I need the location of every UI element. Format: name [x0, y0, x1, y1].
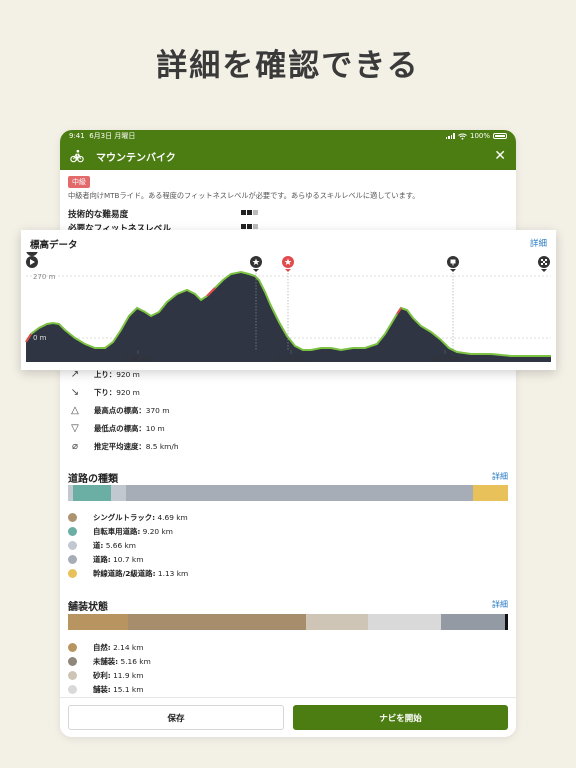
stat-descent: ↘ 下り： 920 m: [68, 387, 140, 398]
surface-name: 自然:: [93, 643, 111, 652]
finish-icon[interactable]: [538, 256, 550, 272]
legend-dot: [68, 541, 77, 550]
elevation-card: 標高データ 詳細 270 m 0 m 5.58 km 11.2 km 16.7 …: [21, 230, 556, 370]
mountain-bike-icon: [70, 149, 84, 163]
legend-dot: [68, 657, 77, 666]
x-axis-band: [26, 362, 551, 370]
surface-item: 舗装: 15.1 km: [68, 684, 143, 695]
stat-value: 8.5 km/h: [145, 442, 179, 451]
technical-difficulty-row: 技術的な難易度: [68, 208, 268, 220]
difficulty-description: 中級者向けMTBライド。ある程度のフィットネスレベルが必要です。あらゆるスキルレ…: [68, 191, 420, 200]
legend-dot: [68, 643, 77, 652]
stat-label: 上り：: [94, 370, 117, 379]
save-button[interactable]: 保存: [68, 705, 284, 730]
legend-dot: [68, 671, 77, 680]
road-type-item: 道路: 10.7 km: [68, 554, 143, 565]
legend-dot: [68, 685, 77, 694]
status-time: 9:41: [69, 132, 85, 140]
legend-dot: [68, 555, 77, 564]
descent-icon: ↘: [70, 387, 80, 398]
legend-dot: [68, 513, 77, 522]
road-type-value: 10.7 km: [113, 555, 144, 564]
activity-title: マウンテンバイク: [96, 152, 176, 164]
x-tick-label: 11.2 km: [277, 355, 306, 363]
stat-highest-point: △ 最高点の標高： 370 m: [68, 405, 169, 416]
road-type-item: シングルトラック: 4.69 km: [68, 512, 188, 523]
start-navigation-button[interactable]: ナビを開始: [293, 705, 508, 730]
stat-label: 最低点の標高：: [94, 424, 146, 433]
surface-title: 舗装状態: [68, 602, 108, 613]
surface-value: 15.1 km: [113, 685, 144, 694]
road-types-details-link[interactable]: 詳細: [492, 471, 508, 482]
road-type-value: 1.13 km: [157, 569, 189, 578]
road-type-name: 自転車用道路:: [93, 527, 141, 536]
wifi-icon: [458, 133, 467, 140]
favorite-pin-icon[interactable]: [282, 256, 294, 272]
surface-item: 自然: 2.14 km: [68, 642, 143, 653]
stat-lowest-point: ▽ 最低点の標高： 10 m: [68, 423, 165, 434]
legend-dot: [68, 569, 77, 578]
close-icon[interactable]: ✕: [494, 149, 506, 163]
stat-label: 最高点の標高：: [94, 406, 146, 415]
surface-name: 砂利:: [93, 671, 111, 680]
waypoint-icon[interactable]: [447, 256, 459, 272]
cellular-signal-icon: [445, 133, 455, 139]
status-bar: 9:41 6月3日 月曜日 100%: [60, 130, 516, 142]
status-date: 6月3日 月曜日: [89, 132, 136, 140]
nav-bar: マウンテンバイク ✕: [60, 142, 516, 170]
surface-name: 舗装:: [93, 685, 111, 694]
surface-item: 未舗装: 5.16 km: [68, 656, 151, 667]
x-tick-label: 16.7 km: [431, 355, 460, 363]
highest-point-icon: △: [71, 405, 79, 416]
stat-value: 920 m: [116, 370, 140, 379]
start-icon[interactable]: [26, 252, 38, 268]
ascent-icon: ↗: [70, 369, 80, 380]
surface-bar: [68, 614, 508, 630]
headline: 詳細を確認できる: [156, 48, 420, 84]
stat-value: 10 m: [145, 424, 165, 433]
road-types-bar: [68, 485, 508, 501]
technical-difficulty-meter: [241, 210, 258, 215]
road-type-name: 道路:: [93, 555, 111, 564]
road-types-title: 道路の種類: [68, 474, 118, 485]
lowest-point-icon: ▽: [71, 423, 79, 434]
legend-dot: [68, 527, 77, 536]
road-type-value: 4.69 km: [157, 513, 188, 522]
difficulty-badge: 中級: [68, 176, 90, 188]
road-type-name: 幹線道路/2級道路:: [93, 569, 156, 578]
road-type-value: 9.20 km: [142, 527, 173, 536]
battery-icon: [493, 133, 507, 139]
road-type-name: シングルトラック:: [93, 513, 156, 522]
road-type-item: 道: 5.66 km: [68, 540, 136, 551]
road-type-name: 道:: [93, 541, 104, 550]
surface-name: 未舗装:: [93, 657, 119, 666]
average-speed-icon: ⌀: [71, 441, 79, 452]
stat-average-speed: ⌀ 推定平均速度： 8.5 km/h: [68, 441, 179, 452]
y-tick-label: 0 m: [33, 334, 47, 342]
surface-value: 5.16 km: [120, 657, 151, 666]
road-type-item: 幹線道路/2級道路: 1.13 km: [68, 568, 188, 579]
app-screen: 9:41 6月3日 月曜日 100% マウンテンバイク ✕ 中級 中級者向けMT…: [60, 130, 516, 737]
x-tick-label: 5.58 km: [124, 355, 153, 363]
stat-ascent: ↗ 上り： 920 m: [68, 369, 140, 380]
stat-value: 920 m: [116, 388, 140, 397]
road-type-item: 自転車用道路: 9.20 km: [68, 526, 173, 537]
elevation-details-link[interactable]: 詳細: [530, 237, 547, 249]
fitness-level-meter: [241, 224, 258, 229]
elevation-chart[interactable]: 270 m 0 m 5.58 km 11.2 km 16.7 km: [21, 252, 556, 370]
star-icon[interactable]: [250, 256, 262, 272]
battery-level: 100%: [469, 132, 490, 140]
stat-label: 下り：: [94, 388, 117, 397]
technical-difficulty-label: 技術的な難易度: [68, 210, 129, 220]
surface-value: 11.9 km: [113, 671, 144, 680]
surface-value: 2.14 km: [113, 643, 144, 652]
stat-label: 推定平均速度：: [94, 442, 146, 451]
road-type-value: 5.66 km: [105, 541, 137, 550]
surface-item: 砂利: 11.9 km: [68, 670, 143, 681]
action-bar: 保存 ナビを開始: [60, 697, 516, 737]
y-tick-label: 270 m: [33, 273, 56, 281]
surface-details-link[interactable]: 詳細: [492, 599, 508, 610]
stat-value: 370 m: [145, 406, 170, 415]
elevation-title: 標高データ: [30, 240, 78, 251]
